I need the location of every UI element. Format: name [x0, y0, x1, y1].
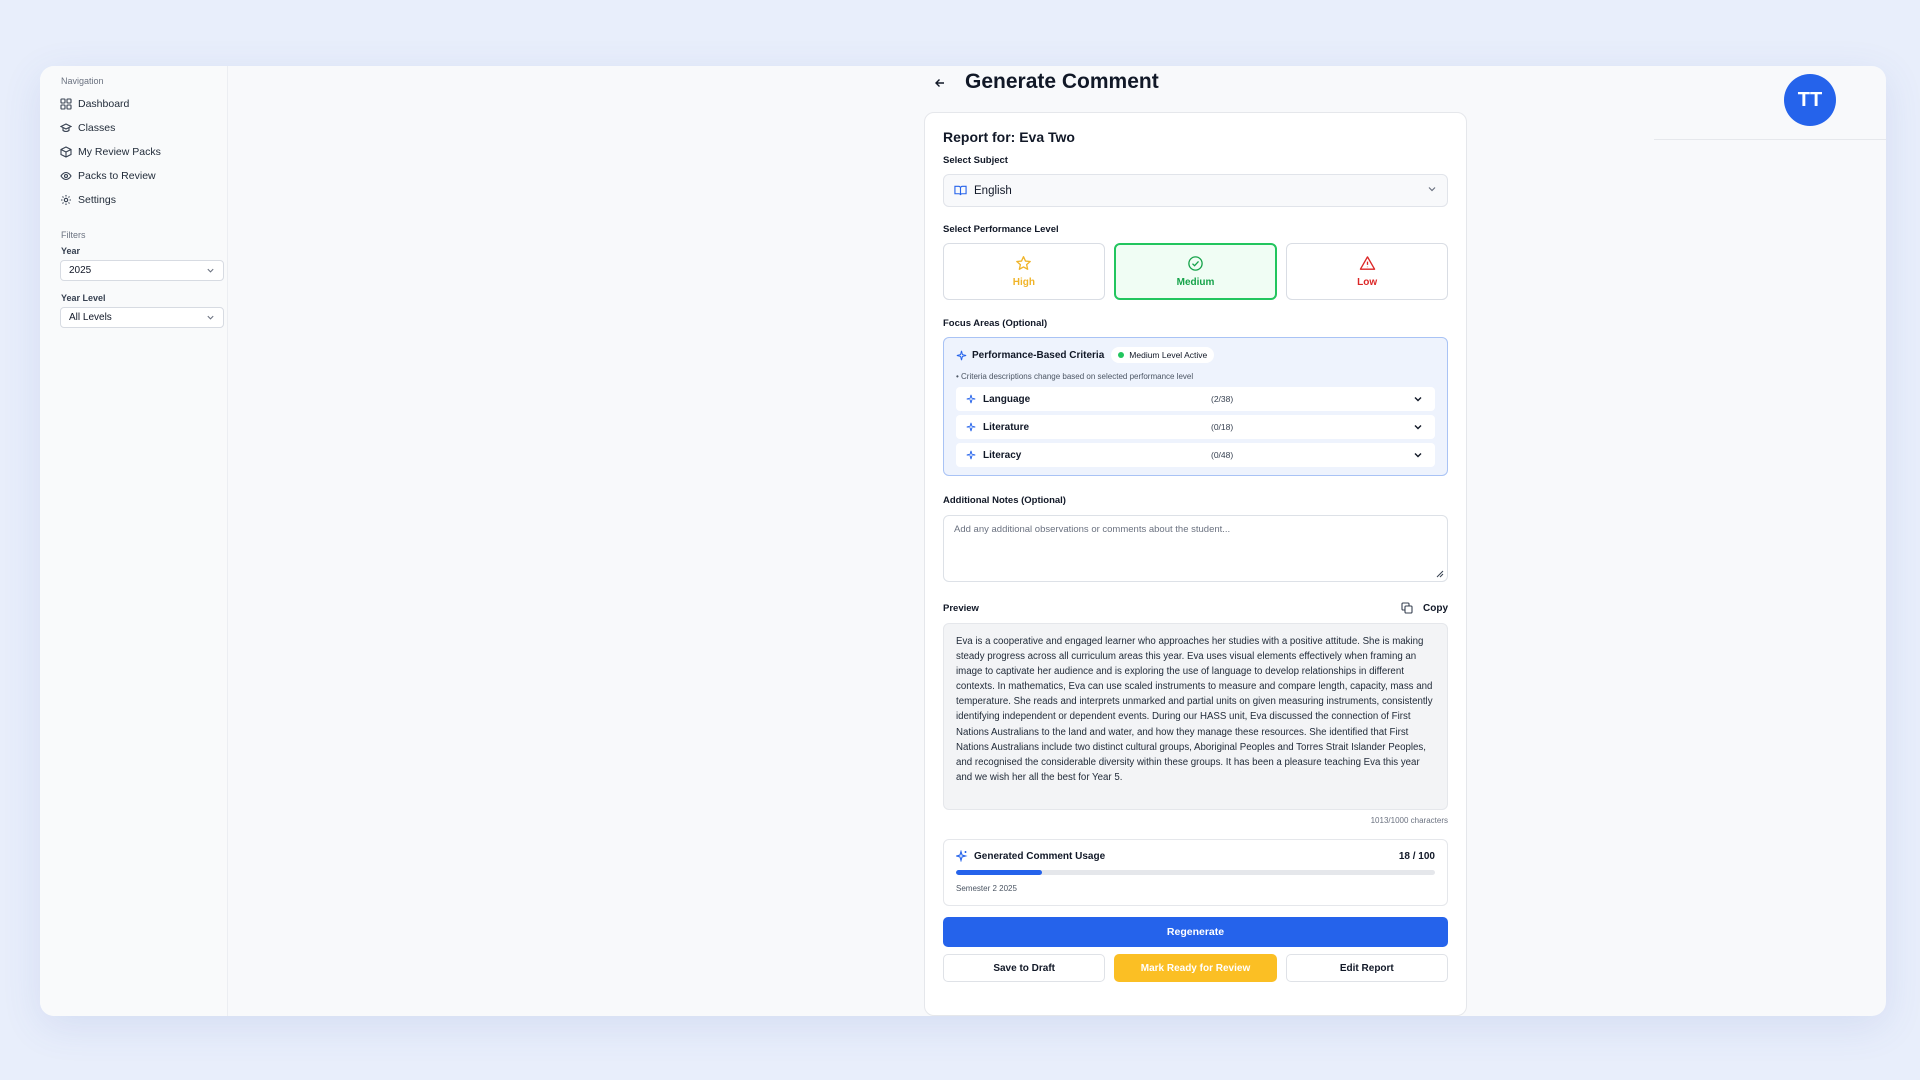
chevron-down-icon — [1428, 187, 1436, 192]
header-strip — [1654, 66, 1886, 140]
focus-areas-panel: Performance-Based Criteria Medium Level … — [943, 337, 1448, 476]
sidebar-item-classes[interactable]: Classes — [50, 116, 217, 140]
year-select-value: 2025 — [69, 265, 92, 276]
usage-semester: Semester 2 2025 — [956, 884, 1017, 893]
performance-high-label: High — [1012, 277, 1035, 288]
edit-report-button[interactable]: Edit Report — [1285, 954, 1448, 982]
status-badge-label: Medium Level Active — [1129, 350, 1208, 360]
criteria-count: (2/38) — [1211, 394, 1234, 404]
copy-icon — [1401, 602, 1413, 614]
sidebar-item-label: Dashboard — [78, 98, 130, 110]
sidebar-item-label: Classes — [78, 122, 116, 134]
criteria-count: (0/48) — [1211, 450, 1234, 460]
sparkle-icon — [966, 394, 976, 404]
year-label: Year — [61, 246, 81, 256]
status-dot — [1118, 352, 1125, 358]
nav-title: Navigation — [61, 76, 104, 86]
performance-level-group: High Medium Low — [943, 243, 1449, 300]
usage-progress-fill — [956, 870, 1043, 875]
status-badge: Medium Level Active — [1111, 347, 1215, 363]
year-level-select[interactable]: All Levels — [60, 307, 224, 328]
eye-icon — [60, 170, 72, 182]
report-for-heading: Report for: Eva Two — [943, 129, 1075, 145]
performance-medium-button[interactable]: Medium — [1113, 243, 1278, 300]
subject-select[interactable]: English — [943, 174, 1448, 207]
criteria-row-literacy[interactable]: Literacy (0/48) — [956, 443, 1435, 467]
check-circle-icon — [1188, 256, 1203, 271]
sparkles-icon — [956, 850, 968, 862]
sidebar-item-label: My Review Packs — [78, 146, 161, 158]
criteria-name: Literature — [983, 421, 1030, 433]
sidebar-item-label: Settings — [78, 194, 116, 206]
notes-label: Additional Notes (Optional) — [943, 495, 1066, 506]
sparkle-icon — [966, 450, 976, 460]
chevron-down-icon — [1414, 397, 1422, 402]
copy-button[interactable]: Copy — [1401, 602, 1448, 614]
filters-title: Filters — [61, 230, 86, 240]
chevron-down-icon — [207, 315, 214, 320]
usage-label: Generated Comment Usage — [974, 850, 1106, 862]
sidebar: Navigation Dashboard Classes My Review P… — [40, 66, 228, 1016]
save-to-draft-button[interactable]: Save to Draft — [943, 954, 1106, 982]
resize-handle-icon[interactable] — [1435, 569, 1444, 578]
grid-icon — [60, 98, 72, 110]
chevron-down-icon — [1414, 453, 1422, 458]
criteria-name: Language — [983, 393, 1031, 405]
back-arrow-icon[interactable] — [934, 77, 946, 89]
sidebar-item-label: Packs to Review — [78, 170, 156, 182]
performance-medium-label: Medium — [1176, 277, 1215, 288]
warning-triangle-icon — [1359, 256, 1375, 270]
additional-notes-textarea[interactable]: Add any additional observations or comme… — [943, 515, 1448, 582]
year-level-select-value: All Levels — [69, 312, 112, 323]
year-select[interactable]: 2025 — [60, 260, 224, 281]
comment-preview: Eva is a cooperative and engaged learner… — [943, 623, 1448, 810]
chevron-down-icon — [1414, 425, 1422, 430]
notes-placeholder: Add any additional observations or comme… — [954, 524, 1231, 535]
focus-areas-label: Focus Areas (Optional) — [943, 318, 1048, 329]
preview-label: Preview — [943, 602, 979, 614]
book-open-icon — [954, 185, 967, 196]
chevron-down-icon — [207, 268, 214, 273]
performance-high-button[interactable]: High — [943, 243, 1105, 300]
regenerate-button[interactable]: Regenerate — [943, 917, 1448, 947]
sidebar-item-packs-to-review[interactable]: Packs to Review — [50, 164, 217, 188]
package-icon — [60, 146, 72, 158]
generate-comment-panel: Report for: Eva Two Select Subject Engli… — [924, 112, 1467, 1016]
criteria-row-language[interactable]: Language (2/38) — [956, 387, 1435, 411]
copy-label: Copy — [1423, 602, 1448, 614]
usage-value: 18 / 100 — [1398, 850, 1435, 862]
user-avatar[interactable]: TT — [1784, 74, 1836, 126]
criteria-title: Performance-Based Criteria — [972, 349, 1105, 361]
sidebar-item-my-review-packs[interactable]: My Review Packs — [50, 140, 217, 164]
sparkle-icon — [966, 422, 976, 432]
criteria-name: Literacy — [983, 449, 1022, 461]
usage-progress-track — [956, 870, 1435, 875]
performance-low-button[interactable]: Low — [1286, 243, 1449, 300]
criteria-note: • Criteria descriptions change based on … — [956, 372, 1194, 381]
year-level-label: Year Level — [61, 293, 106, 303]
subject-label: Select Subject — [943, 155, 1008, 166]
performance-low-label: Low — [1357, 277, 1378, 288]
criteria-count: (0/18) — [1211, 422, 1234, 432]
gear-icon — [60, 194, 72, 206]
graduation-cap-icon — [60, 122, 72, 134]
mark-ready-for-review-button[interactable]: Mark Ready for Review — [1114, 954, 1277, 982]
performance-label: Select Performance Level — [943, 224, 1059, 235]
character-count: 1013/1000 characters — [1370, 816, 1448, 825]
usage-panel: Generated Comment Usage 18 / 100 Semeste… — [943, 839, 1448, 906]
subject-select-value: English — [974, 184, 1012, 197]
star-icon — [1016, 256, 1032, 270]
sidebar-item-dashboard[interactable]: Dashboard — [50, 92, 217, 116]
page-title: Generate Comment — [965, 70, 1159, 93]
sidebar-item-settings[interactable]: Settings — [50, 188, 217, 212]
sparkle-icon — [956, 350, 967, 360]
criteria-row-literature[interactable]: Literature (0/18) — [956, 415, 1435, 439]
